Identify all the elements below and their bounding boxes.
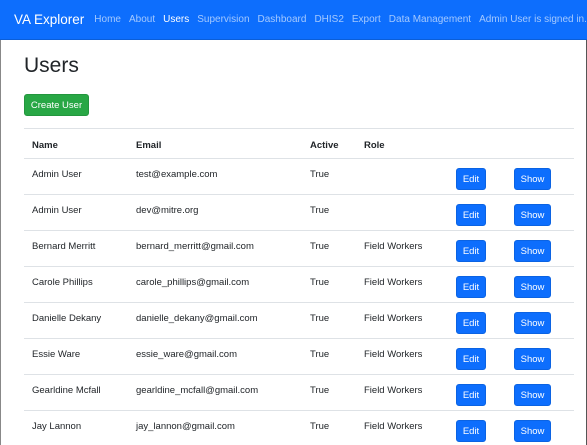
edit-button[interactable]: Edit [456, 312, 486, 334]
user-name: Danielle Dekany [32, 313, 102, 324]
show-button[interactable]: Show [514, 204, 551, 226]
nav-links: Home About Users Supervision Dashboard D… [94, 14, 479, 25]
column-header-email: Email [136, 140, 162, 151]
nav-link-users[interactable]: Users [163, 14, 189, 25]
user-active: True [310, 277, 330, 288]
user-role: Field Workers [364, 277, 423, 288]
user-email: bernard_merritt@gmail.com [136, 241, 254, 252]
users-table: Name Email Active Role Admin User test@e… [24, 128, 574, 445]
nav-link-export[interactable]: Export [352, 14, 381, 25]
user-email: essie_ware@gmail.com [136, 349, 237, 360]
column-header-name: Name [32, 140, 58, 151]
show-button[interactable]: Show [514, 384, 551, 406]
table-header-row: Name Email Active Role [24, 128, 574, 158]
user-name: Jay Lannon [32, 421, 82, 432]
show-button[interactable]: Show [514, 312, 551, 334]
user-role: Field Workers [364, 313, 423, 324]
user-active: True [310, 241, 330, 252]
user-menu-label: Admin User is signed in. [479, 14, 587, 25]
user-role: Field Workers [364, 385, 423, 396]
user-menu-dropdown[interactable]: Admin User is signed in. [479, 14, 587, 25]
show-button[interactable]: Show [514, 348, 551, 370]
edit-button[interactable]: Edit [456, 276, 486, 298]
create-user-button[interactable]: Create User [24, 94, 89, 116]
user-role: Field Workers [364, 421, 423, 432]
nav-link-about[interactable]: About [129, 14, 155, 25]
user-email: jay_lannon@gmail.com [136, 421, 235, 432]
nav-link-data-management[interactable]: Data Management [389, 14, 471, 25]
nav-link-supervision[interactable]: Supervision [197, 14, 249, 25]
column-header-role: Role [364, 140, 385, 151]
user-email: danielle_dekany@gmail.com [136, 313, 258, 324]
user-name: Carole Phillips [32, 277, 93, 288]
brand-link[interactable]: VA Explorer [14, 12, 84, 27]
user-role: Field Workers [364, 241, 423, 252]
edit-button[interactable]: Edit [456, 384, 486, 406]
table-row: Admin User test@example.com True Edit Sh… [24, 158, 574, 194]
user-name: Gearldine Mcfall [32, 385, 101, 396]
show-button[interactable]: Show [514, 168, 551, 190]
user-active: True [310, 313, 330, 324]
table-row: Essie Ware essie_ware@gmail.com True Fie… [24, 338, 574, 374]
user-active: True [310, 421, 330, 432]
table-row: Jay Lannon jay_lannon@gmail.com True Fie… [24, 410, 574, 445]
user-role: Field Workers [364, 349, 423, 360]
top-navbar: VA Explorer Home About Users Supervision… [0, 0, 587, 40]
edit-button[interactable]: Edit [456, 240, 486, 262]
table-row: Admin User dev@mitre.org True Edit Show [24, 194, 574, 230]
edit-button[interactable]: Edit [456, 168, 486, 190]
user-name: Admin User [32, 169, 82, 180]
user-name: Bernard Merritt [32, 241, 96, 252]
user-email: test@example.com [136, 169, 218, 180]
nav-link-dhis2[interactable]: DHIS2 [314, 14, 343, 25]
column-header-active: Active [310, 140, 339, 151]
user-active: True [310, 349, 330, 360]
edit-button[interactable]: Edit [456, 348, 486, 370]
table-row: Danielle Dekany danielle_dekany@gmail.co… [24, 302, 574, 338]
user-active: True [310, 169, 330, 180]
user-email: gearldine_mcfall@gmail.com [136, 385, 259, 396]
window-edge-left [0, 40, 1, 445]
table-row: Carole Phillips carole_phillips@gmail.co… [24, 266, 574, 302]
edit-button[interactable]: Edit [456, 420, 486, 442]
show-button[interactable]: Show [514, 276, 551, 298]
nav-link-home[interactable]: Home [94, 14, 121, 25]
user-email: dev@mitre.org [136, 205, 199, 216]
table-row: Gearldine Mcfall gearldine_mcfall@gmail.… [24, 374, 574, 410]
show-button[interactable]: Show [514, 420, 551, 442]
user-active: True [310, 205, 330, 216]
nav-link-dashboard[interactable]: Dashboard [258, 14, 307, 25]
page-title: Users [24, 54, 79, 77]
user-name: Admin User [32, 205, 82, 216]
show-button[interactable]: Show [514, 240, 551, 262]
user-active: True [310, 385, 330, 396]
user-email: carole_phillips@gmail.com [136, 277, 250, 288]
edit-button[interactable]: Edit [456, 204, 486, 226]
table-row: Bernard Merritt bernard_merritt@gmail.co… [24, 230, 574, 266]
user-name: Essie Ware [32, 349, 81, 360]
